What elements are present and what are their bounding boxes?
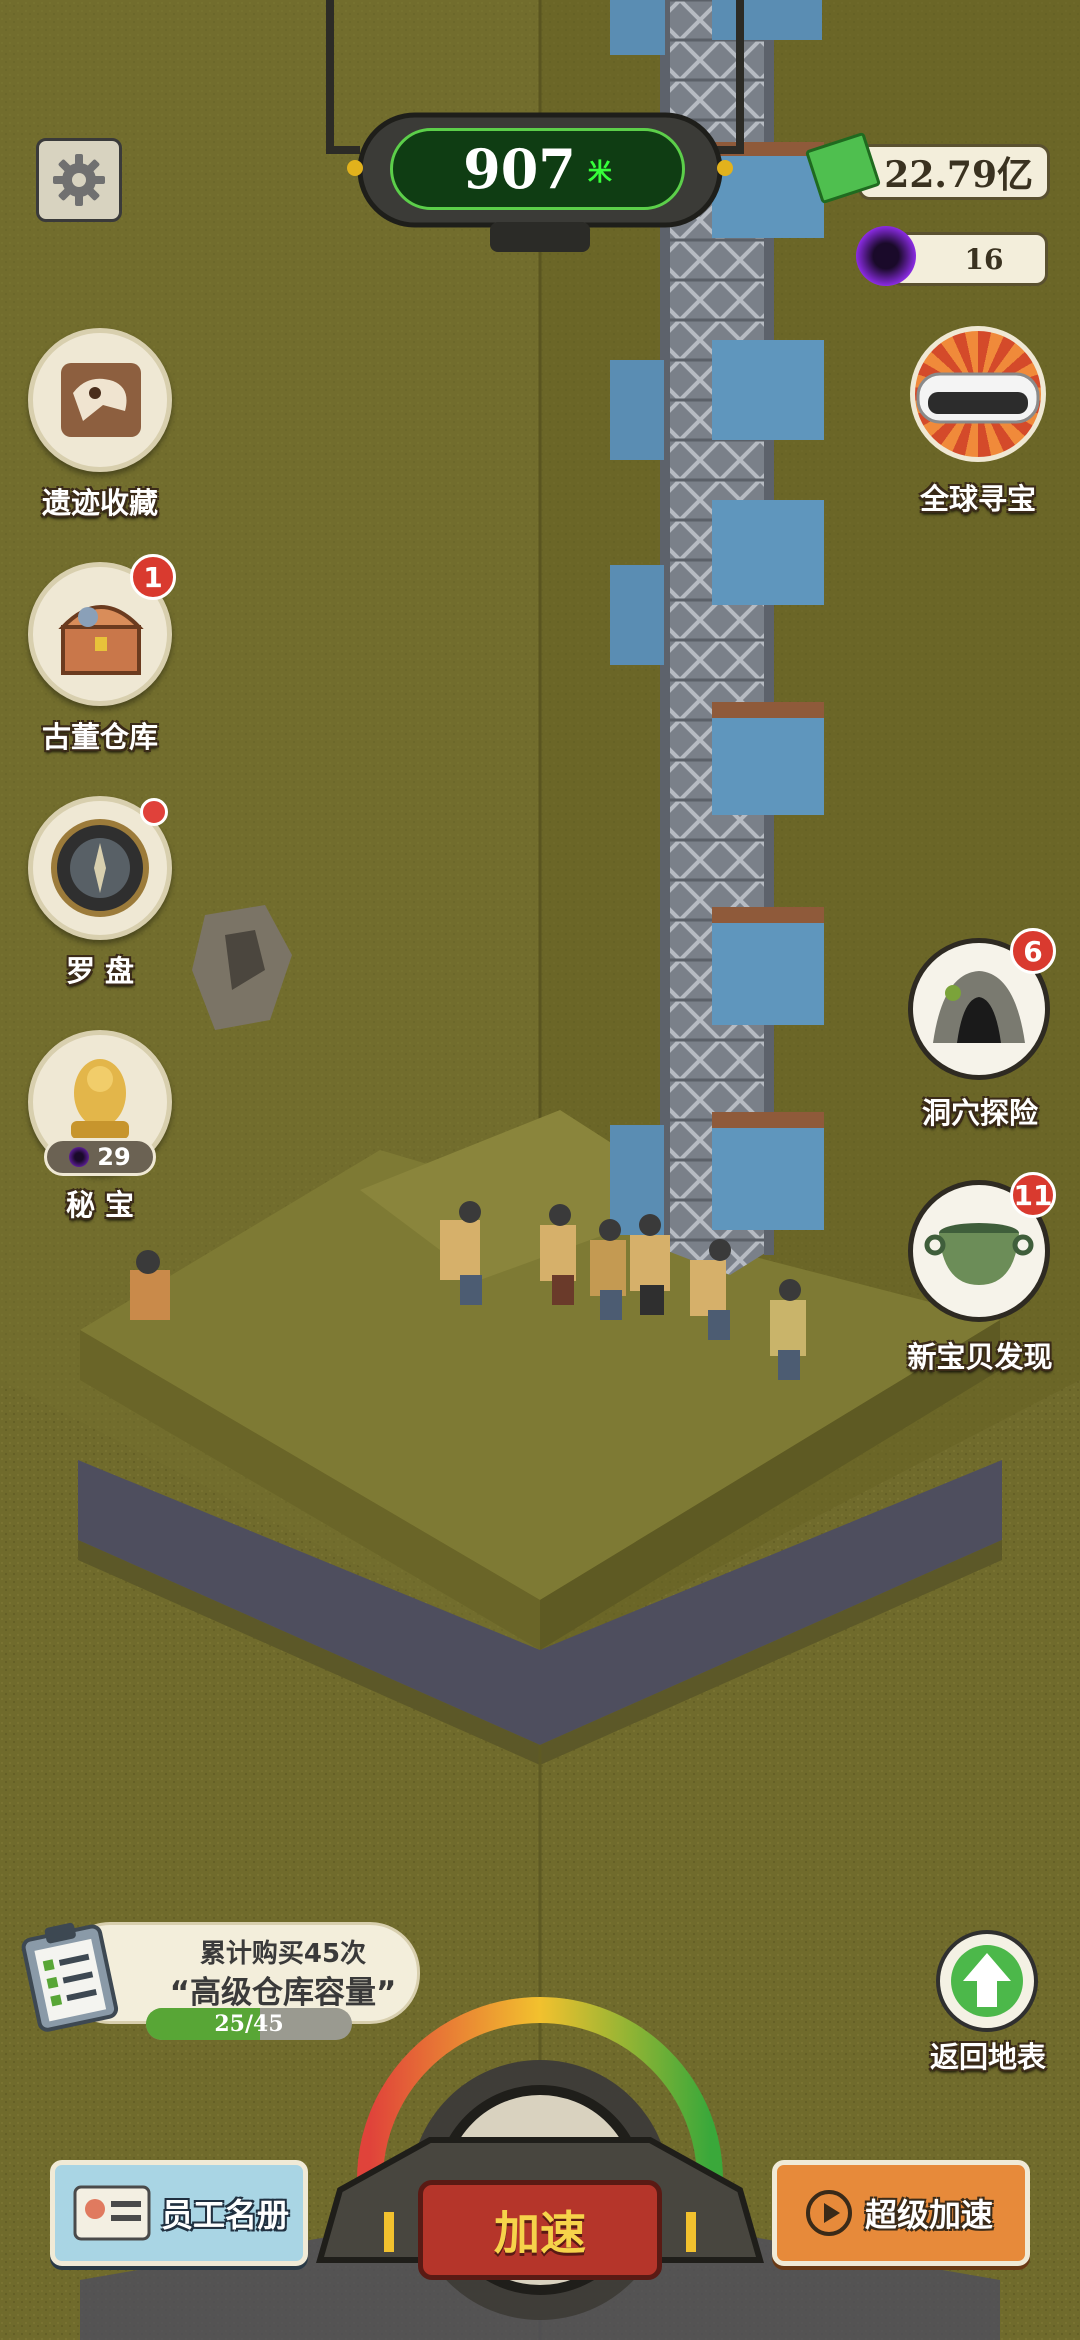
money-value: 22.79亿 [884,154,1033,196]
new-treasure-badge: 11 [1010,1172,1056,1218]
relic-collection-button[interactable] [28,328,172,472]
dinosaur-fossil-icon [61,363,141,437]
compass-label: 罗 盘 [65,954,135,988]
super-speed-up-label: 超级加速 [865,2196,994,2234]
secret-treasure-label: 秘 宝 [65,1188,135,1222]
speed-gauge [316,1997,764,2320]
up-arrow-icon [951,1945,1023,2017]
return-surface-label: 返回地表 [929,2040,1046,2074]
depth-value: 907 [463,137,576,201]
compass-notification-dot [140,798,168,826]
return-surface-button[interactable] [936,1930,1038,2032]
super-speed-up-button[interactable]: 超级加速 [772,2160,1030,2266]
speed-up-label: 加速 [494,2206,586,2260]
quest-line-1: 累计购买45次 [199,1939,367,1969]
antique-warehouse-badge: 1 [130,554,176,600]
relic-collection-label: 遗迹收藏 [41,486,158,520]
global-treasure-label: 全球寻宝 [919,482,1036,516]
purple-portal-icon [856,226,916,286]
cave-explore-badge: 6 [1010,928,1056,974]
play-icon [806,2190,852,2236]
secret-treasure-counter: 29 [44,1138,156,1176]
money-counter: 22.79亿 [858,144,1050,200]
portal-value: 16 [964,242,1004,276]
secret-treasure-count: 29 [97,1143,131,1171]
antique-warehouse-label: 古董仓库 [41,720,158,754]
settings-button[interactable] [36,138,122,222]
new-treasure-label: 新宝贝发现 [907,1340,1053,1374]
depth-unit: 米 [587,157,612,186]
id-card-icon [73,2185,151,2241]
global-treasure-button[interactable] [898,322,1058,472]
speed-up-button[interactable]: 加速 [418,2180,662,2280]
staff-roster-button[interactable]: 员工名册 [50,2160,308,2266]
gear-icon [53,154,105,206]
purple-portal-icon [69,1147,90,1167]
depth-meter: 907 米 [390,128,685,210]
vr-headset-icon [916,372,1040,424]
cave-explore-label: 洞穴探险 [921,1096,1038,1130]
staff-roster-label: 员工名册 [161,2196,290,2234]
